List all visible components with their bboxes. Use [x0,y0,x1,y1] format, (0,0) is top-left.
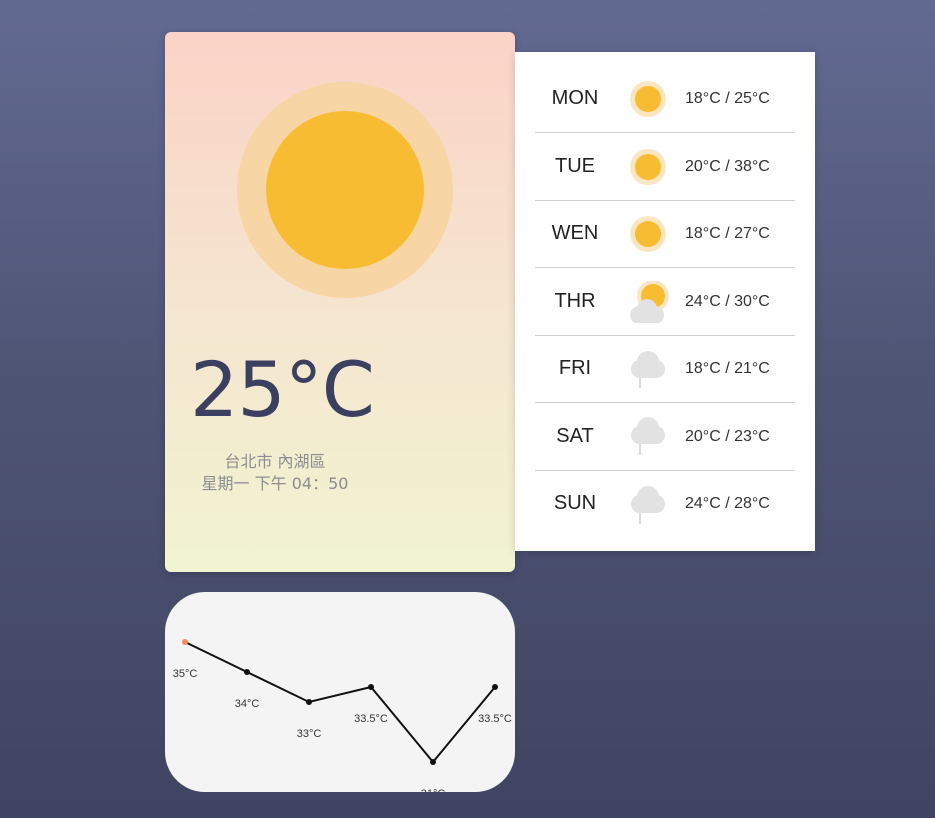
temperature-point [492,684,498,690]
hourly-temperature-chart: 35°C 34°C 33°C 33.5°C 31°C 33.5°C [165,592,515,792]
forecast-day: MON [551,87,599,109]
forecast-row-thr: THR 24°C / 30°C [535,268,795,336]
sun-icon [627,146,669,188]
forecast-row-tue: TUE 20°C / 38°C [535,133,795,201]
forecast-day: THR [554,290,596,312]
temperature-point [368,684,374,690]
forecast-range: 18°C / 21°C [685,360,770,377]
temperature-point-label: 33.5°C [354,713,388,725]
forecast-range: 18°C / 25°C [685,90,770,107]
sun-icon [627,213,669,255]
forecast-day: TUE [555,155,595,177]
temperature-point-label: 34°C [235,698,260,710]
forecast-row-fri: FRI 18°C / 21°C [535,335,795,403]
temperature-point [430,759,436,765]
temperature-point [182,639,188,645]
rain-cloud-icon [627,483,669,525]
datetime-label: 星期一 下午 04：50 [201,474,349,493]
current-weather-card: 25°C 台北市 內湖區 星期一 下午 04：50 [165,32,515,572]
sun-icon [266,111,424,269]
location-label: 台北市 內湖區 [224,452,326,471]
temperature-line-chart: 35°C 34°C 33°C 33.5°C 31°C 33.5°C [173,639,512,792]
current-temperature: 25°C [190,345,375,434]
forecast-range: 24°C / 30°C [685,293,770,310]
forecast-range: 20°C / 38°C [685,158,770,175]
forecast-row-wen: WEN 18°C / 27°C [535,200,795,268]
forecast-day: WEN [551,222,599,244]
rain-cloud-icon [627,416,669,458]
forecast-day: FRI [558,357,592,379]
forecast-range: 20°C / 23°C [685,428,770,445]
sun-icon [627,78,669,120]
forecast-day: SAT [556,425,594,447]
temperature-point [244,669,250,675]
forecast-row-sun: SUN 24°C / 28°C [535,470,795,537]
temperature-point-label: 35°C [173,668,198,680]
partly-cloudy-icon [627,280,669,324]
forecast-range: 18°C / 27°C [685,225,770,242]
weekly-forecast-card: MON 18°C / 25°C TUE 20°C / 38°C WEN 18°C… [515,52,815,551]
rain-cloud-icon [627,348,669,390]
forecast-row-mon: MON 18°C / 25°C [535,65,795,133]
forecast-day: SUN [553,492,597,514]
temperature-line [184,641,496,764]
temperature-point-label: 31°C [421,788,446,792]
forecast-range: 24°C / 28°C [685,495,770,512]
temperature-point-label: 33°C [297,728,322,740]
temperature-point-label: 33.5°C [478,713,512,725]
forecast-row-sat: SAT 20°C / 23°C [535,403,795,471]
temperature-point [306,699,312,705]
